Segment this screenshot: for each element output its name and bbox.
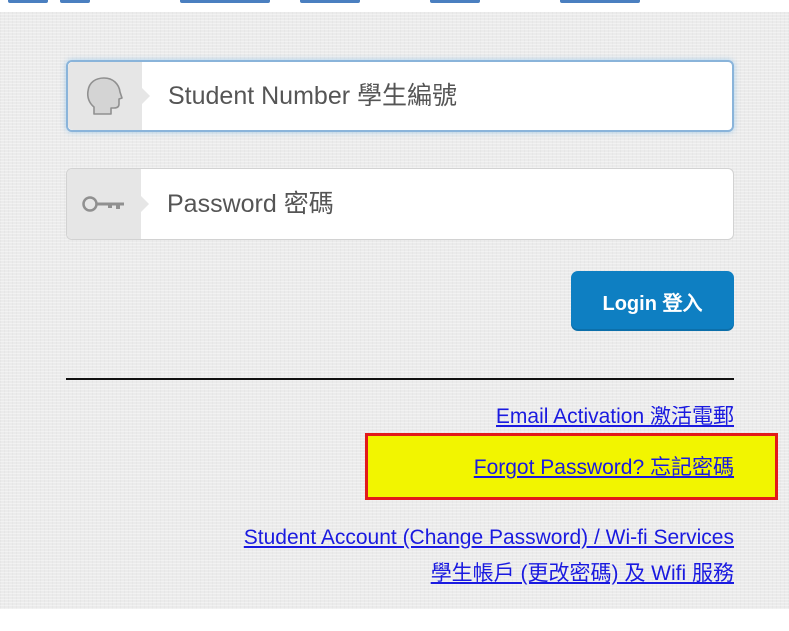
top-heading-fragment [0,0,789,12]
email-activation-link-wrapper: Email Activation 激活電郵 [496,406,734,428]
heading-fragment [300,0,360,3]
forgot-password-link[interactable]: Forgot Password? 忘記密碼 [474,456,734,480]
divider [66,378,734,380]
email-activation-link[interactable]: Email Activation 激活電郵 [496,406,734,428]
user-silhouette-icon [86,77,123,115]
password-icon-box [67,169,149,239]
student-number-icon-box [68,62,150,130]
student-account-link-zh[interactable]: 學生帳戶 (更改密碼) 及 Wifi 服務 [431,562,734,586]
student-number-field[interactable] [66,60,734,132]
heading-fragment [180,0,270,3]
key-icon [82,196,124,212]
heading-fragment [430,0,480,3]
login-button[interactable]: Login 登入 [571,271,734,331]
password-input[interactable] [167,169,717,239]
heading-fragment [8,0,48,3]
student-account-link[interactable]: Student Account (Change Password) / Wi-f… [244,526,734,550]
heading-fragment [560,0,640,3]
heading-fragment [60,0,90,3]
student-number-input[interactable] [168,62,716,130]
password-field[interactable] [66,168,734,240]
